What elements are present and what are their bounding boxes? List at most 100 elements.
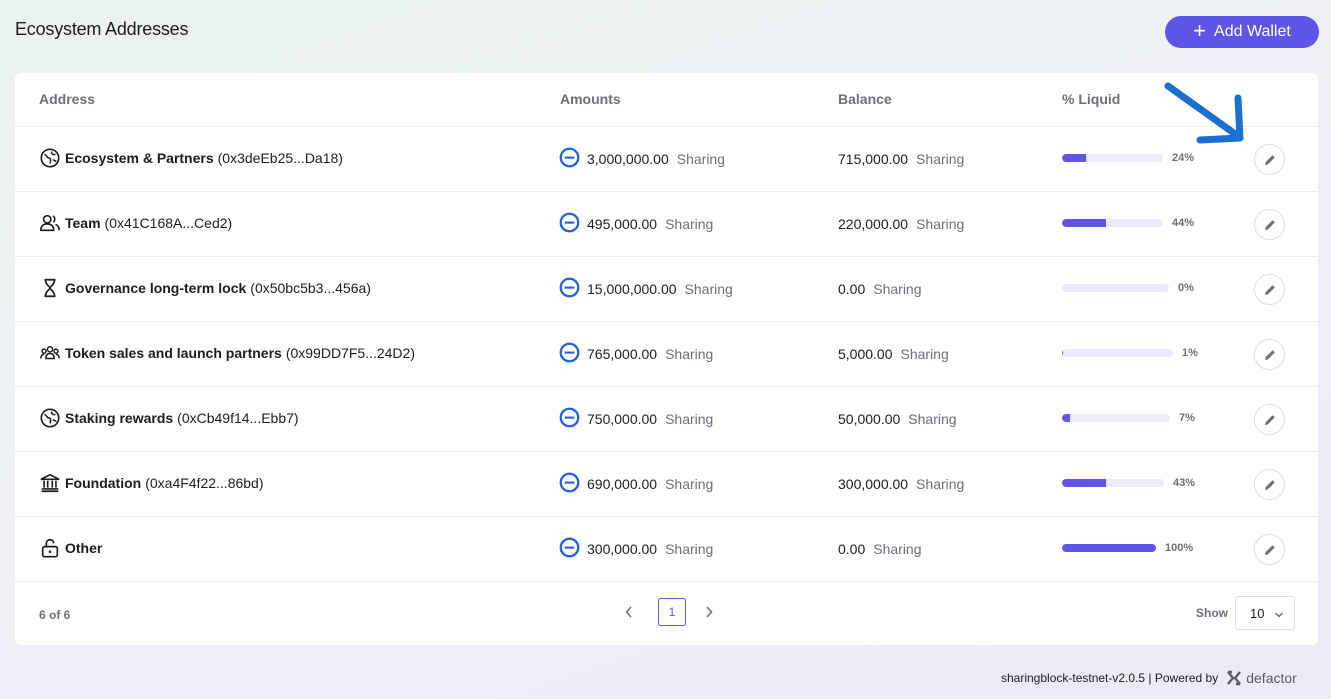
pencil-icon xyxy=(1263,543,1277,557)
page-number[interactable]: 1 xyxy=(658,598,686,626)
amount-unit: Sharing xyxy=(684,281,733,297)
liquid-progress-bar xyxy=(1062,284,1169,292)
pencil-icon xyxy=(1263,413,1277,427)
liquid-cell: 43% xyxy=(1062,477,1195,489)
liquid-progress-bar xyxy=(1062,154,1163,162)
page-title: Ecosystem Addresses xyxy=(15,19,189,39)
balance-unit: Sharing xyxy=(900,346,949,362)
table-body: Ecosystem & Partners (0x3deEb25...Da18) 3,… xyxy=(15,127,1318,582)
add-wallet-button[interactable]: + Add Wallet xyxy=(1165,16,1319,48)
globe-icon xyxy=(39,147,61,169)
pagination: 1 xyxy=(620,598,718,626)
edit-wallet-button[interactable] xyxy=(1254,144,1285,175)
edit-wallet-button[interactable] xyxy=(1254,209,1285,240)
amount-value: 765,000.00 xyxy=(587,346,658,362)
liquid-progress-fill xyxy=(1062,349,1064,357)
column-header-liquid: % Liquid xyxy=(1062,91,1121,107)
edit-wallet-button[interactable] xyxy=(1254,469,1285,500)
wallet-name: Governance long-term lock xyxy=(65,280,247,296)
next-page-icon[interactable] xyxy=(700,598,718,626)
table-row: Team (0x41C168A...Ced2) 495,000.00 Sharing 2… xyxy=(15,192,1318,257)
address-cell: Token sales and launch partners (0x99DD7F… xyxy=(39,342,415,364)
balance-unit: Sharing xyxy=(873,541,922,557)
users-icon xyxy=(39,212,61,234)
wallet-name: Token sales and launch partners xyxy=(65,345,282,361)
add-wallet-label: Add Wallet xyxy=(1214,23,1291,40)
group-icon xyxy=(39,342,61,364)
wallet-address: (0x3deEb25...Da18) xyxy=(217,150,343,166)
amount-cell: 300,000.00 Sharing xyxy=(559,537,713,561)
liquid-progress-bar xyxy=(1062,219,1163,227)
address-cell: Governance long-term lock (0x50bc5b3...45… xyxy=(39,277,371,299)
amount-cell: 765,000.00 Sharing xyxy=(559,342,713,366)
rows-per-page-select[interactable]: 10 xyxy=(1235,596,1295,630)
wallet-name: Ecosystem & Partners xyxy=(65,150,214,166)
balance-unit: Sharing xyxy=(916,151,965,167)
plus-icon: + xyxy=(1193,18,1207,43)
amount-cell: 495,000.00 Sharing xyxy=(559,212,713,236)
liquid-cell: 1% xyxy=(1062,347,1198,359)
prev-page-icon[interactable] xyxy=(620,598,638,626)
amount-value: 3,000,000.00 xyxy=(587,151,669,167)
table-header: Address Amounts Balance % Liquid xyxy=(15,73,1318,127)
edit-wallet-button[interactable] xyxy=(1254,534,1285,565)
wallet-address: (0x50bc5b3...456a) xyxy=(250,280,371,296)
wallet-address: (0xCb49f14...Ebb7) xyxy=(177,410,299,426)
liquid-percent: 43% xyxy=(1173,477,1196,489)
amount-unit: Sharing xyxy=(665,411,714,427)
balance-cell: 5,000.00 Sharing xyxy=(838,346,949,362)
table-row: Governance long-term lock (0x50bc5b3...45… xyxy=(15,257,1318,322)
balance-cell: 300,000.00 Sharing xyxy=(838,476,964,492)
powered-by: sharingblock-testnet-v2.0.5 | Powered by… xyxy=(1001,670,1297,686)
sharing-coin-icon xyxy=(559,537,587,561)
column-header-amounts: Amounts xyxy=(560,91,621,107)
table-row: Foundation (0xa4F4f22...86bd) 690,000.00 Sh… xyxy=(15,452,1318,517)
balance-cell: 220,000.00 Sharing xyxy=(838,216,964,232)
addresses-table-card: Address Amounts Balance % Liquid Ecosyst… xyxy=(15,73,1318,645)
address-cell: Ecosystem & Partners (0x3deEb25...Da18) xyxy=(39,147,343,169)
liquid-progress-fill xyxy=(1062,479,1106,487)
wallet-address: (0xa4F4f22...86bd) xyxy=(145,475,264,491)
balance-unit: Sharing xyxy=(916,216,965,232)
balance-cell: 715,000.00 Sharing xyxy=(838,151,964,167)
column-header-balance: Balance xyxy=(838,91,892,107)
balance-value: 300,000.00 xyxy=(838,476,909,492)
liquid-percent: 7% xyxy=(1179,412,1195,424)
edit-wallet-button[interactable] xyxy=(1254,339,1285,370)
balance-value: 0.00 xyxy=(838,281,866,297)
sharing-coin-icon xyxy=(559,212,587,236)
balance-unit: Sharing xyxy=(916,476,965,492)
table-footer: 6 of 6 1 Show 10 xyxy=(15,582,1318,645)
rows-per-page-value: 10 xyxy=(1250,605,1265,621)
address-cell: Team (0x41C168A...Ced2) xyxy=(39,212,232,234)
amount-cell: 3,000,000.00 Sharing xyxy=(559,147,725,171)
balance-unit: Sharing xyxy=(908,411,957,427)
pencil-icon xyxy=(1263,283,1277,297)
sharing-coin-icon xyxy=(559,342,587,366)
sharing-coin-icon xyxy=(559,472,587,496)
amount-cell: 690,000.00 Sharing xyxy=(559,472,713,496)
amount-value: 690,000.00 xyxy=(587,476,658,492)
wallet-address: (0x41C168A...Ced2) xyxy=(104,215,233,231)
globe-icon xyxy=(39,407,61,429)
wallet-name: Foundation xyxy=(65,475,142,491)
edit-wallet-button[interactable] xyxy=(1254,274,1285,305)
liquid-progress-bar xyxy=(1062,479,1164,487)
table-row: Token sales and launch partners (0x99DD7F… xyxy=(15,322,1318,387)
defactor-logo-icon xyxy=(1227,670,1242,686)
unlock-icon xyxy=(39,537,61,559)
liquid-percent: 0% xyxy=(1178,282,1194,294)
annotation-arrow-icon xyxy=(1160,80,1250,155)
liquid-cell: 100% xyxy=(1062,542,1193,554)
amount-value: 495,000.00 xyxy=(587,216,658,232)
liquid-progress-fill xyxy=(1062,544,1156,552)
edit-wallet-button[interactable] xyxy=(1254,404,1285,435)
liquid-cell: 7% xyxy=(1062,412,1195,424)
liquid-percent: 44% xyxy=(1172,217,1195,229)
wallet-name: Staking rewards xyxy=(65,410,174,426)
amount-unit: Sharing xyxy=(665,216,714,232)
liquid-cell: 44% xyxy=(1062,217,1194,229)
pencil-icon xyxy=(1263,218,1277,232)
balance-value: 715,000.00 xyxy=(838,151,909,167)
defactor-logo[interactable]: defactor xyxy=(1226,670,1297,686)
